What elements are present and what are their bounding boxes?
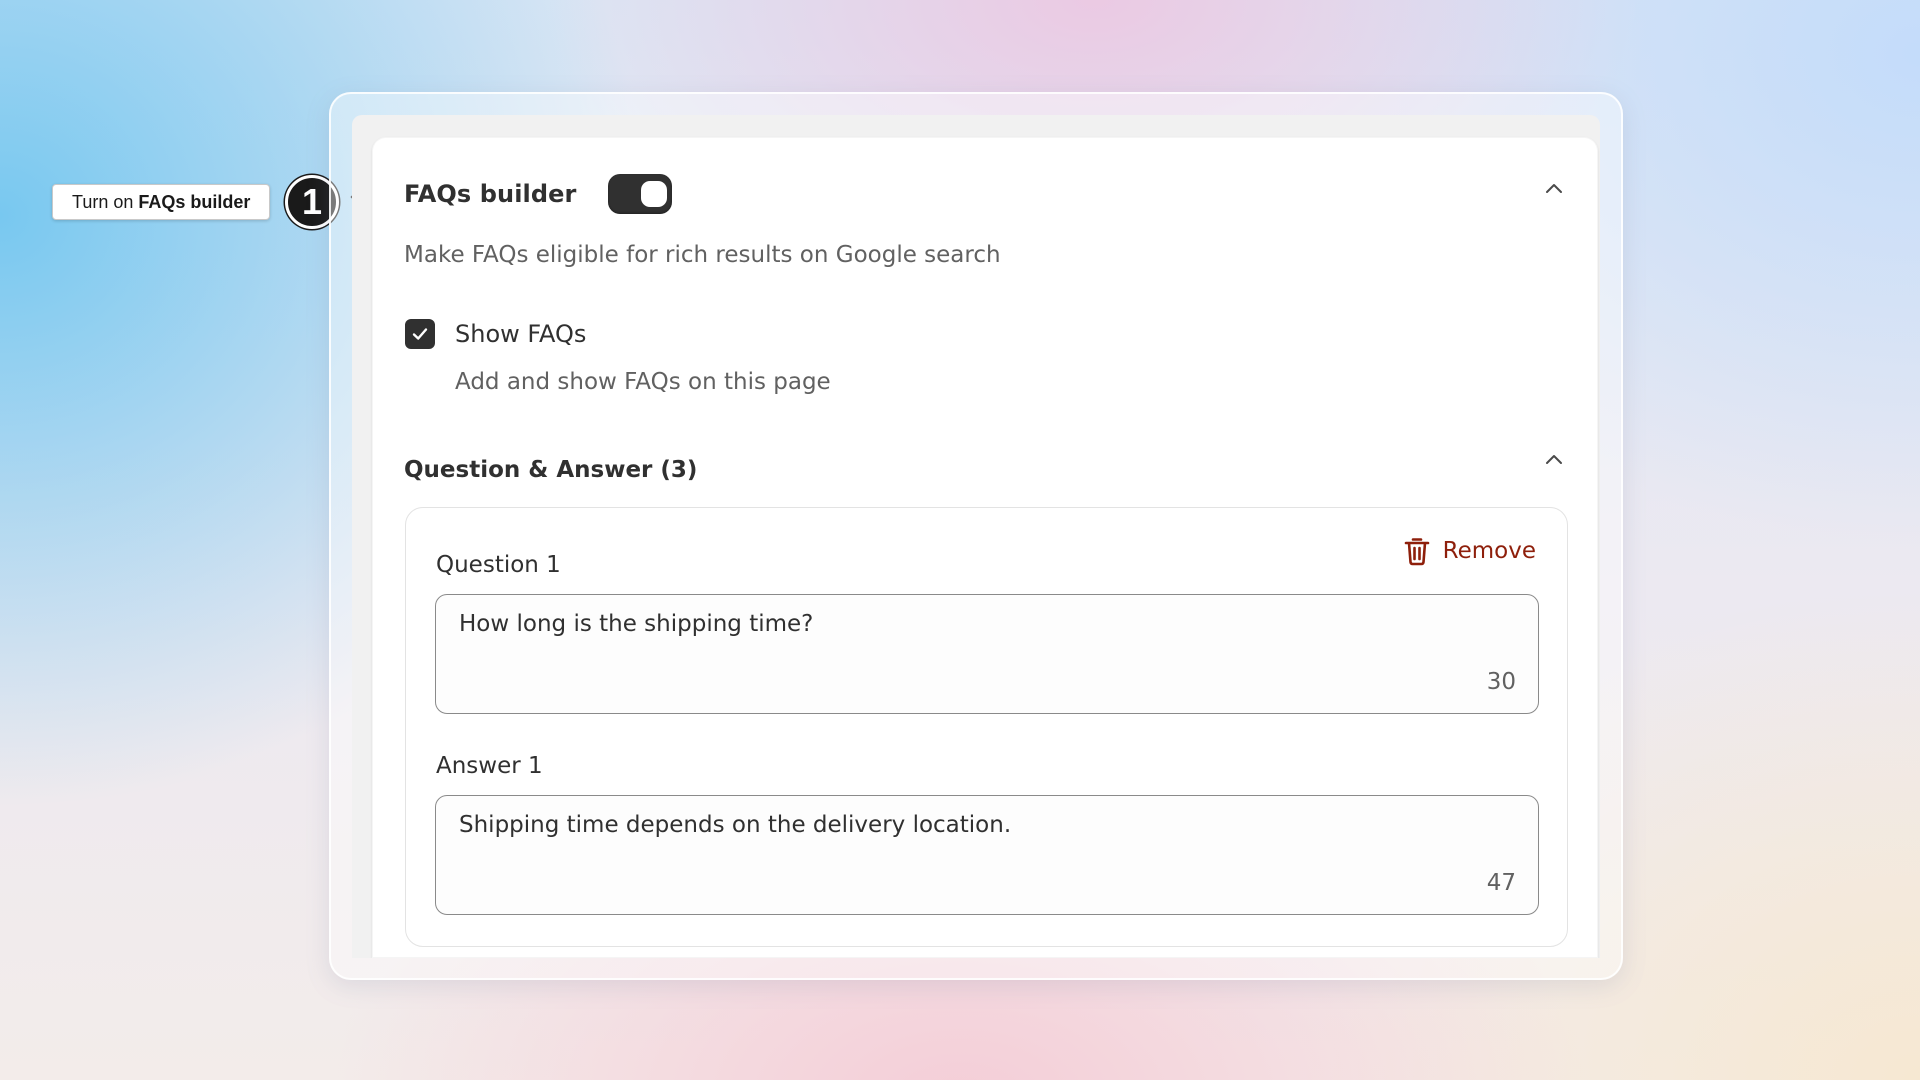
step-callout-label: Turn on FAQs builder [52, 184, 271, 220]
show-faqs-checkbox[interactable] [405, 319, 435, 349]
faqs-builder-toggle[interactable] [608, 174, 673, 214]
question-value: How long is the shipping time? [459, 611, 814, 637]
remove-button[interactable]: Remove [1403, 536, 1536, 566]
chevron-up-icon[interactable] [1542, 177, 1566, 201]
question-label: Question 1 [436, 552, 561, 578]
show-faqs-help-text: Add and show FAQs on this page [455, 369, 831, 395]
screenshot-frame: FAQs builder Make FAQs eligible for rich… [329, 92, 1623, 980]
chevron-up-icon[interactable] [1542, 448, 1566, 472]
remove-label: Remove [1442, 538, 1536, 564]
callout-emphasis: FAQs builder [138, 191, 251, 212]
frame-inner: FAQs builder Make FAQs eligible for rich… [352, 115, 1600, 958]
faqs-builder-title: FAQs builder [404, 180, 577, 208]
answer-label: Answer 1 [436, 753, 543, 779]
answer-text-field[interactable]: Shipping time depends on the delivery lo… [435, 795, 1539, 915]
question-text-field[interactable]: How long is the shipping time? 30 [435, 594, 1539, 714]
faqs-builder-header: FAQs builder [404, 174, 673, 214]
answer-value: Shipping time depends on the delivery lo… [459, 812, 1012, 838]
checkmark-icon [412, 328, 428, 340]
show-faqs-row[interactable]: Show FAQs [405, 319, 586, 349]
faqs-builder-description: Make FAQs eligible for rich results on G… [404, 242, 1001, 268]
answer-char-count: 47 [1486, 870, 1516, 896]
toggle-knob [641, 181, 668, 207]
callout-prefix: Turn on [72, 191, 134, 212]
qa-item-card: Question 1 Remove How long is the shippi… [405, 507, 1568, 947]
question-char-count: 30 [1486, 669, 1516, 695]
question-answer-heading: Question & Answer (3) [404, 457, 698, 483]
trash-icon [1404, 538, 1429, 566]
show-faqs-label: Show FAQs [455, 320, 587, 348]
faqs-builder-card: FAQs builder Make FAQs eligible for rich… [372, 137, 1598, 958]
